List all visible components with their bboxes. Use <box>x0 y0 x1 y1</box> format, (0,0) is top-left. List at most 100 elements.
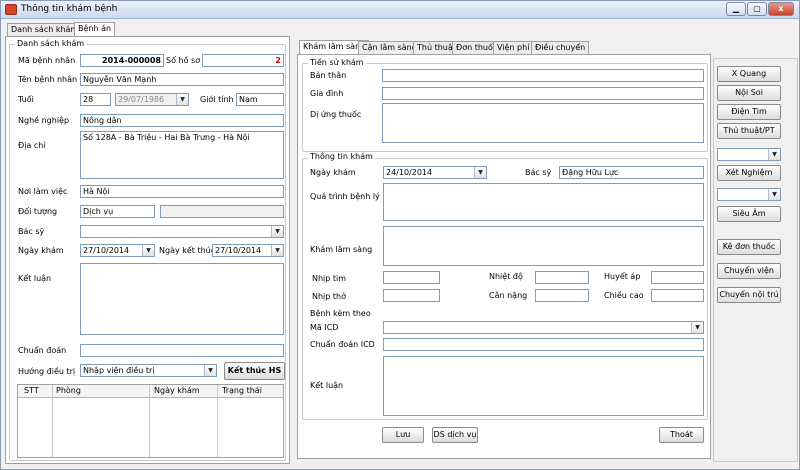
bac-sy-select[interactable]: ▼ <box>80 225 284 238</box>
maximize-button[interactable]: ▢ <box>747 2 767 16</box>
doi-tuong-field[interactable]: Dịch vụ <box>80 205 155 218</box>
so-ho-so-field[interactable]: 2 <box>202 54 284 67</box>
huong-dieu-tri-select[interactable]: Nhập viện điều trị ▼ <box>80 364 217 377</box>
dia-chi-field[interactable]: Số 128A - Bà Triệu - Hai Bà Trưng - Hà N… <box>80 131 284 179</box>
ds-dich-vu-button[interactable]: DS dịch vụ <box>432 427 478 443</box>
chuan-doan-label: Chuẩn đoán <box>18 346 67 355</box>
column-divider <box>149 385 150 457</box>
can-nang-field[interactable] <box>535 289 589 302</box>
gioi-tinh-label: Giới tính <box>200 95 234 104</box>
ngay-kham-label: Ngày khám <box>18 246 64 255</box>
chuyen-vien-button[interactable]: Chuyển viện <box>717 263 781 279</box>
ngay-kham-picker[interactable]: 27/10/2014 ▼ <box>80 244 155 257</box>
title-bar: Thông tin khám bệnh ▁ ▢ x <box>1 1 799 19</box>
kham-lam-sang-field[interactable] <box>383 226 704 266</box>
chevron-down-icon[interactable]: ▼ <box>768 189 780 200</box>
dia-chi-label: Địa chỉ <box>18 141 46 150</box>
ket-luan-field-right[interactable] <box>383 356 704 416</box>
ten-benh-nhan-field[interactable]: Nguyễn Văn Mạnh <box>80 73 284 86</box>
nghe-nghiep-field[interactable]: Nông dân <box>80 114 284 127</box>
huyet-ap-label: Huyết áp <box>604 272 641 281</box>
col-header-stt: STT <box>24 386 39 395</box>
ngay-ket-thuc-label: Ngày kết thúc <box>159 246 216 255</box>
ngay-ket-thuc-picker[interactable]: 27/10/2014 ▼ <box>212 244 284 257</box>
ma-icd-select[interactable]: ▼ <box>383 321 704 334</box>
sieu-am-button[interactable]: Siêu Âm <box>717 206 781 222</box>
chuan-doan-field[interactable] <box>80 344 284 357</box>
chevron-down-icon[interactable]: ▼ <box>474 167 486 178</box>
tab-benh-an[interactable]: Bệnh án <box>74 22 116 36</box>
nhip-tho-field[interactable] <box>383 289 440 302</box>
minimize-button[interactable]: ▁ <box>726 2 746 16</box>
col-header-trang-thai: Trạng thái <box>222 386 262 395</box>
nghe-nghiep-label: Nghề nghiệp <box>18 116 70 125</box>
chevron-down-icon[interactable]: ▼ <box>271 245 283 256</box>
gia-dinh-field[interactable] <box>382 87 704 100</box>
tab-dieu-chuyen[interactable]: Điều chuyển <box>531 41 590 54</box>
ngay-kham-value: 27/10/2014 <box>83 246 130 255</box>
tuoi-label: Tuổi <box>18 95 34 104</box>
noi-lam-viec-field[interactable]: Hà Nội <box>80 185 284 198</box>
close-button[interactable]: x <box>768 2 794 16</box>
bac-sy-label: Bác sỹ <box>18 227 45 236</box>
luu-button[interactable]: Lưu <box>382 427 424 443</box>
can-nang-label: Cân nặng <box>489 291 528 300</box>
doi-tuong-detail-field[interactable] <box>160 205 284 218</box>
tab-can-lam-sang[interactable]: Cận lâm sàng <box>358 41 421 54</box>
kham-history-table[interactable]: STT Phòng Ngày khám Trạng thái <box>17 384 284 458</box>
chevron-down-icon[interactable]: ▼ <box>204 365 216 376</box>
ngay-sinh-value: 29/07/1986 <box>118 95 165 104</box>
ngay-ket-thuc-value: 27/10/2014 <box>215 246 262 255</box>
chevron-down-icon[interactable]: ▼ <box>176 94 188 105</box>
huong-dieu-tri-label: Hướng điều trị <box>18 367 76 376</box>
ngay-kham-picker-right[interactable]: 24/10/2014 ▼ <box>383 166 487 179</box>
gia-dinh-label: Gia đình <box>310 89 344 98</box>
gioi-tinh-field[interactable]: Nam <box>236 93 284 106</box>
ma-benh-nhan-field[interactable]: 2014-000008 <box>80 54 164 67</box>
nhiet-do-label: Nhiệt độ <box>489 272 523 281</box>
thu-thuat-pt-button[interactable]: Thủ thuật/PT <box>717 123 781 139</box>
kham-lam-sang-panel: Tiền sử khám Bản thân Gia đình Dị ứng th… <box>297 54 711 459</box>
nhiet-do-field[interactable] <box>535 271 589 284</box>
ke-don-thuoc-button[interactable]: Kê đơn thuốc <box>717 239 781 255</box>
xet-nghiem-button[interactable]: Xét Nghiệm <box>717 165 781 181</box>
x-quang-button[interactable]: X Quang <box>717 66 781 82</box>
di-ung-thuoc-label: Dị ứng thuốc <box>310 110 362 119</box>
ket-luan-field[interactable] <box>80 263 284 335</box>
thoat-button[interactable]: Thoát <box>659 427 704 443</box>
doi-tuong-label: Đối tượng <box>18 207 58 216</box>
noi-soi-button[interactable]: Nội Soi <box>717 85 781 101</box>
tuoi-field[interactable]: 28 <box>80 93 111 106</box>
nhip-tho-label: Nhịp thở <box>312 292 346 301</box>
chieu-cao-field[interactable] <box>651 289 704 302</box>
dien-tim-button[interactable]: Điện Tim <box>717 104 781 120</box>
qua-trinh-benh-ly-field[interactable] <box>383 183 704 221</box>
window-title: Thông tin khám bệnh <box>21 4 118 14</box>
noi-lam-viec-label: Nơi làm việc <box>18 187 68 196</box>
ban-than-field[interactable] <box>382 69 704 82</box>
di-ung-thuoc-field[interactable] <box>382 103 704 143</box>
chevron-down-icon[interactable]: ▼ <box>691 322 703 333</box>
huyet-ap-field[interactable] <box>651 271 704 284</box>
chevron-down-icon[interactable]: ▼ <box>142 245 154 256</box>
ngay-sinh-field[interactable]: 29/07/1986 ▼ <box>115 93 189 106</box>
ma-benh-nhan-label: Mã bệnh nhân <box>18 56 76 65</box>
tab-vien-phi[interactable]: Viện phí <box>493 41 534 54</box>
group-label-thong-tin: Thông tin khám <box>308 152 375 161</box>
tab-danh-sach-kham[interactable]: Danh sách khám <box>7 23 83 36</box>
chevron-down-icon[interactable]: ▼ <box>271 226 283 237</box>
qua-trinh-benh-ly-label: Quá trình bệnh lý <box>310 192 380 201</box>
bac-sy-field-right[interactable]: Đặng Hữu Lực <box>559 166 704 179</box>
chuyen-noi-tru-button[interactable]: Chuyển nội trú <box>717 287 781 303</box>
col-header-phong: Phòng <box>56 386 81 395</box>
nhip-tim-field[interactable] <box>383 271 440 284</box>
bac-sy-label-right: Bác sỹ <box>525 168 552 177</box>
sieu-am-select[interactable]: ▼ <box>717 188 781 201</box>
xet-nghiem-select[interactable]: ▼ <box>717 148 781 161</box>
nhip-tim-label: Nhịp tim <box>312 274 347 283</box>
ket-thuc-hs-button[interactable]: Kết thúc HS <box>224 362 285 380</box>
chuan-doan-icd-field[interactable] <box>383 338 704 351</box>
chieu-cao-label: Chiều cao <box>604 291 644 300</box>
column-divider <box>52 385 53 457</box>
chevron-down-icon[interactable]: ▼ <box>768 149 780 160</box>
